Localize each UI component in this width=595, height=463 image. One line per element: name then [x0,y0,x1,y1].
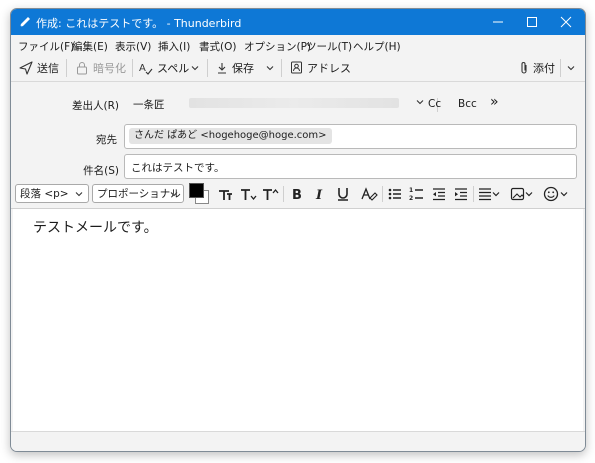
toolbar-divider [560,59,561,77]
redacted-address [189,98,399,108]
pencil-icon [18,15,32,29]
message-body[interactable]: テストメールです。 [13,209,583,431]
attach-dropdown[interactable] [566,58,576,77]
recipient-pill[interactable]: さんだ ぱあど <hogehoge@hoge.com> [129,128,332,144]
spell-label: スペル [157,61,190,75]
paragraph-select[interactable]: 段落 <p> [15,184,89,203]
format-toolbar: 段落 <p> プロポーショナル B I 12 [11,180,585,209]
subject-label: 件名(S) [83,165,119,177]
outdent-icon[interactable] [431,185,447,203]
bcc-button[interactable]: Bcc [458,98,477,110]
attach-button[interactable]: 添付 [519,58,555,77]
save-dropdown[interactable] [265,58,275,77]
toolbar-divider [281,59,282,77]
bullet-list-icon[interactable] [387,185,403,203]
numbered-list-icon[interactable]: 12 [409,185,425,203]
address-book-icon [290,61,303,74]
subject-value: これはテストです。 [131,162,225,174]
attach-label: 添付 [533,61,555,75]
download-icon [216,62,228,74]
menu-file[interactable]: ファイル(F) [18,39,74,54]
minimize-button[interactable] [481,9,515,35]
svg-text:1: 1 [409,187,413,194]
insert-image-icon[interactable] [510,185,536,203]
compose-window: 作成: これはテストです。 - Thunderbird ファイル(F) 編集(E… [10,8,586,452]
save-button[interactable]: 保存 [216,58,254,77]
emoji-icon[interactable] [542,185,572,203]
menu-options[interactable]: オプション(P) [244,39,311,54]
subject-field[interactable]: これはテストです。 [124,154,577,179]
to-label: 宛先 [96,134,117,146]
svg-text:I: I [315,188,323,203]
toolbar-divider [66,59,67,77]
italic-icon[interactable]: I [312,185,328,203]
menu-insert[interactable]: 挿入(I) [158,39,190,54]
window-title: 作成: これはテストです。 - Thunderbird [36,17,242,30]
chevron-down-icon [265,63,275,73]
menu-edit[interactable]: 編集(E) [72,39,108,54]
to-field[interactable]: さんだ ぱあど <hogehoge@hoge.com> [124,124,577,149]
from-label: 差出人(R) [72,100,119,112]
from-dropdown-chevron[interactable] [415,97,425,107]
from-selector[interactable]: 一条匠 [129,93,419,113]
main-toolbar: 送信 暗号化 A スペル 保存 アドレス 添付 [11,54,585,82]
maximize-button[interactable] [515,9,549,35]
menu-help[interactable]: ヘルプ(H) [353,39,401,54]
svg-text:A: A [139,63,146,74]
format-divider [382,186,383,202]
smaller-font-icon[interactable] [217,185,233,203]
encrypt-label: 暗号化 [93,61,126,75]
menu-tools[interactable]: ツール(T) [306,39,352,54]
bold-icon[interactable]: B [289,185,305,203]
menu-format[interactable]: 書式(O) [199,39,236,54]
underline-icon[interactable] [335,185,351,203]
status-bar [11,431,585,451]
format-divider [283,186,284,202]
encrypt-button[interactable]: 暗号化 [75,58,126,77]
font-size-up-icon[interactable] [261,185,279,203]
text-color-swatch [189,183,204,198]
text-color-picker[interactable] [189,183,209,204]
align-menu-button[interactable] [478,185,502,203]
address-button[interactable]: アドレス [290,58,351,77]
cc-button[interactable]: Cc [428,98,441,110]
svg-text:B: B [292,188,302,203]
toolbar-divider [132,59,133,77]
chevron-down-icon [190,63,200,73]
indent-icon[interactable] [453,185,469,203]
font-size-down-icon[interactable] [239,185,257,203]
save-label: 保存 [232,61,254,75]
close-button[interactable] [549,9,583,35]
svg-text:2: 2 [409,195,413,202]
text-style-icon[interactable] [360,185,378,203]
chevron-down-icon [74,189,84,199]
spell-dropdown[interactable] [190,58,200,77]
from-value: 一条匠 [133,99,165,111]
send-icon [19,60,33,75]
send-label: 送信 [37,61,59,75]
font-select[interactable]: プロポーショナル [92,184,184,203]
menu-bar: ファイル(F) 編集(E) 表示(V) 挿入(I) 書式(O) オプション(P)… [11,35,585,54]
spell-button[interactable]: A スペル [139,58,189,77]
paperclip-icon [519,61,529,75]
send-button[interactable]: 送信 [19,58,59,77]
menu-view[interactable]: 表示(V) [115,39,151,54]
chevron-down-icon [566,63,576,73]
toolbar-divider [207,59,208,77]
chevron-down-icon [415,97,425,107]
chevron-down-icon [169,189,179,199]
body-text: テストメールです。 [33,220,158,236]
address-label: アドレス [307,61,351,75]
more-headers-button[interactable]: » [490,94,499,110]
paragraph-value: 段落 <p> [20,188,69,200]
lock-icon [75,61,89,75]
spellcheck-icon: A [139,61,153,75]
title-bar: 作成: これはテストです。 - Thunderbird [11,9,585,35]
format-divider [473,186,474,202]
